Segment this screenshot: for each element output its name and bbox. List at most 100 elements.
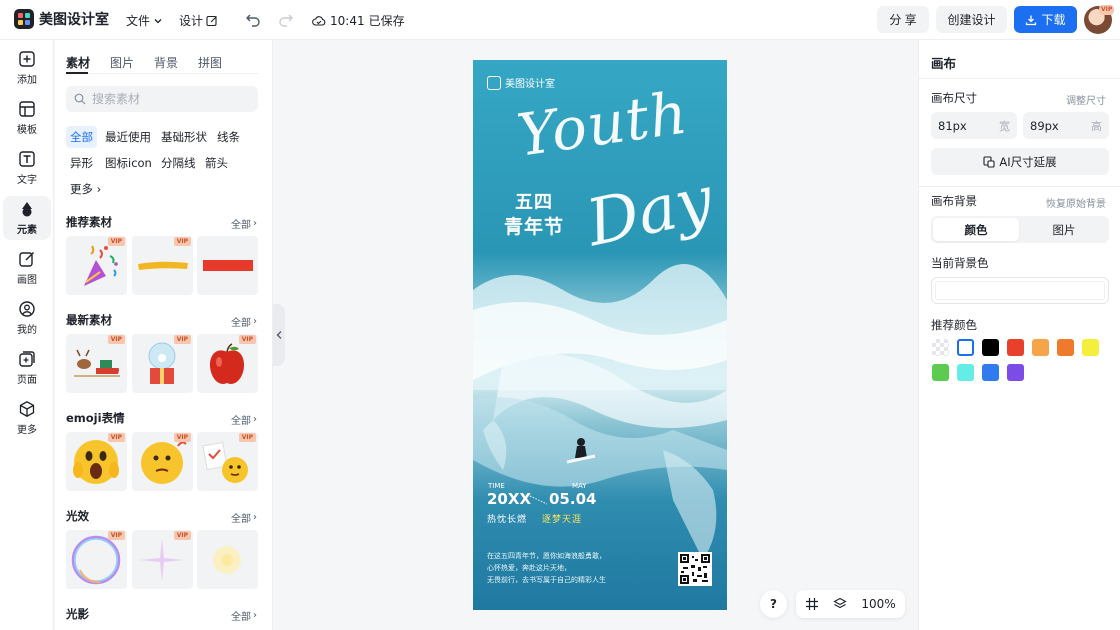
- material-thumb[interactable]: VIP: [66, 530, 127, 589]
- slogan-right: 逐梦天涯: [542, 515, 583, 525]
- help-button[interactable]: ?: [760, 590, 787, 618]
- see-all-link[interactable]: 全部 ›: [231, 314, 257, 329]
- vip-badge: VIP: [238, 335, 256, 344]
- vip-badge: VIP: [238, 433, 256, 442]
- design-canvas[interactable]: 美图设计室 Youth Day 五四 青年节 TIME 20XX MAY 05.…: [473, 60, 727, 610]
- plus-square-icon: [19, 51, 35, 67]
- resize-link[interactable]: 调整尺寸: [1066, 92, 1106, 107]
- chip-recent[interactable]: 最近使用: [101, 126, 155, 148]
- swatch-cyan[interactable]: [957, 364, 974, 381]
- chip-irregular[interactable]: 异形: [66, 152, 97, 174]
- rail-item-template[interactable]: 模板: [3, 96, 51, 140]
- chip-dividers[interactable]: 分隔线: [157, 152, 200, 174]
- material-thumb[interactable]: VIP: [66, 334, 127, 393]
- swatch-black[interactable]: [982, 339, 999, 356]
- swatch-green[interactable]: [932, 364, 949, 381]
- chip-arrows[interactable]: 箭头: [201, 152, 232, 174]
- chip-all[interactable]: 全部: [66, 126, 97, 148]
- slogan-left: 热忱长燃: [487, 515, 528, 525]
- chip-more[interactable]: 更多 ›: [66, 178, 105, 200]
- chevron-right-icon: ›: [253, 316, 257, 327]
- tab-backgrounds[interactable]: 背景: [154, 54, 178, 71]
- vip-badge: VIP: [107, 433, 125, 442]
- rail-item-text[interactable]: 文字: [3, 146, 51, 190]
- rail-item-elements[interactable]: 元素: [3, 196, 51, 240]
- page-add-icon: [19, 351, 35, 367]
- swatch-orange[interactable]: [1057, 339, 1074, 356]
- section-title: emoji表情: [66, 411, 125, 425]
- material-thumb[interactable]: [197, 236, 258, 295]
- width-field[interactable]: 81px 宽: [931, 112, 1017, 139]
- rail-item-mine[interactable]: 我的: [3, 296, 51, 340]
- zoom-level[interactable]: 100%: [861, 597, 895, 611]
- create-design-button[interactable]: 创建设计: [936, 6, 1007, 33]
- see-all-link[interactable]: 全部 ›: [231, 216, 257, 231]
- material-thumb[interactable]: VIP: [132, 236, 193, 295]
- rail-label: 画图: [17, 275, 37, 286]
- search-box[interactable]: [66, 86, 258, 112]
- material-thumb[interactable]: VIP: [132, 334, 193, 393]
- shapes-icon: [22, 202, 32, 217]
- swatch-red[interactable]: [1007, 339, 1024, 356]
- divider: [919, 78, 1120, 79]
- poster-brand-text: 美图设计室: [505, 79, 555, 90]
- download-button[interactable]: 下载: [1014, 6, 1077, 33]
- chip-basic-shapes[interactable]: 基础形状: [157, 126, 211, 148]
- material-thumb[interactable]: VIP: [66, 236, 127, 295]
- user-icon: [19, 301, 35, 317]
- rail-item-more[interactable]: 更多: [3, 396, 51, 440]
- swatch-transparent[interactable]: [932, 339, 949, 356]
- app-logo[interactable]: 美图设计室: [14, 9, 109, 29]
- rail-label: 我的: [17, 325, 37, 336]
- swatch-light-orange[interactable]: [1032, 339, 1049, 356]
- layers-icon[interactable]: [833, 597, 847, 611]
- see-all-link[interactable]: 全部 ›: [231, 608, 257, 623]
- search-input[interactable]: [92, 92, 242, 106]
- poster-paragraph-line: 心怀热爱，奔赴这片天地，: [487, 564, 571, 572]
- collapse-panel-button[interactable]: [273, 304, 285, 366]
- swatch-blue[interactable]: [982, 364, 999, 381]
- material-thumb[interactable]: VIP: [132, 432, 193, 491]
- redo-icon[interactable]: [276, 10, 296, 30]
- canvas-toolbar: 100%: [796, 590, 905, 618]
- ai-extend-button[interactable]: AI尺寸延展: [931, 148, 1109, 175]
- rail-item-page[interactable]: 页面: [3, 346, 51, 390]
- swatch-yellow[interactable]: [1082, 339, 1099, 356]
- material-thumb[interactable]: VIP: [197, 432, 258, 491]
- chip-icons[interactable]: 图标icon: [101, 152, 156, 174]
- material-thumb[interactable]: [197, 530, 258, 589]
- menu-file[interactable]: 文件: [126, 12, 163, 29]
- red-bar-icon: [203, 260, 253, 271]
- menu-design[interactable]: 设计: [179, 12, 218, 29]
- menu-design-label: 设计: [179, 14, 204, 28]
- section-title: 光效: [66, 509, 89, 523]
- grid-icon[interactable]: [805, 597, 819, 611]
- material-thumb[interactable]: VIP: [66, 432, 127, 491]
- material-thumb[interactable]: VIP: [197, 334, 258, 393]
- chip-lines[interactable]: 线条: [213, 126, 244, 148]
- save-status: 10:41 已保存: [312, 12, 405, 29]
- canvas-bg-label: 画布背景: [931, 194, 977, 208]
- tab-images[interactable]: 图片: [110, 54, 134, 71]
- poster-title-line2: 青年节: [504, 216, 565, 238]
- rail-item-draw[interactable]: 画图: [3, 246, 51, 290]
- rail-item-add[interactable]: 添加: [3, 46, 51, 90]
- tab-collage[interactable]: 拼图: [198, 54, 222, 71]
- current-bg-color[interactable]: [931, 277, 1109, 304]
- vip-badge: VIP: [173, 433, 191, 442]
- share-button[interactable]: 分 享: [877, 6, 929, 33]
- swatch-purple[interactable]: [1007, 364, 1024, 381]
- height-field[interactable]: 89px 高: [1023, 112, 1109, 139]
- swatch-white[interactable]: [957, 339, 974, 356]
- vip-badge: VIP: [107, 335, 125, 344]
- material-thumb[interactable]: VIP: [132, 530, 193, 589]
- restore-bg-link[interactable]: 恢复原始背景: [1046, 195, 1106, 210]
- see-all-link[interactable]: 全部 ›: [231, 412, 257, 427]
- bg-color-tab[interactable]: 颜色: [933, 218, 1019, 241]
- see-all-link[interactable]: 全部 ›: [231, 510, 257, 525]
- tab-materials[interactable]: 素材: [66, 54, 90, 71]
- poster-paragraph-line: 无畏前行，去书写属于自己的精彩人生: [487, 576, 606, 584]
- dotted-connector: [529, 495, 548, 505]
- bg-image-tab[interactable]: 图片: [1021, 218, 1107, 241]
- undo-icon[interactable]: [243, 10, 263, 30]
